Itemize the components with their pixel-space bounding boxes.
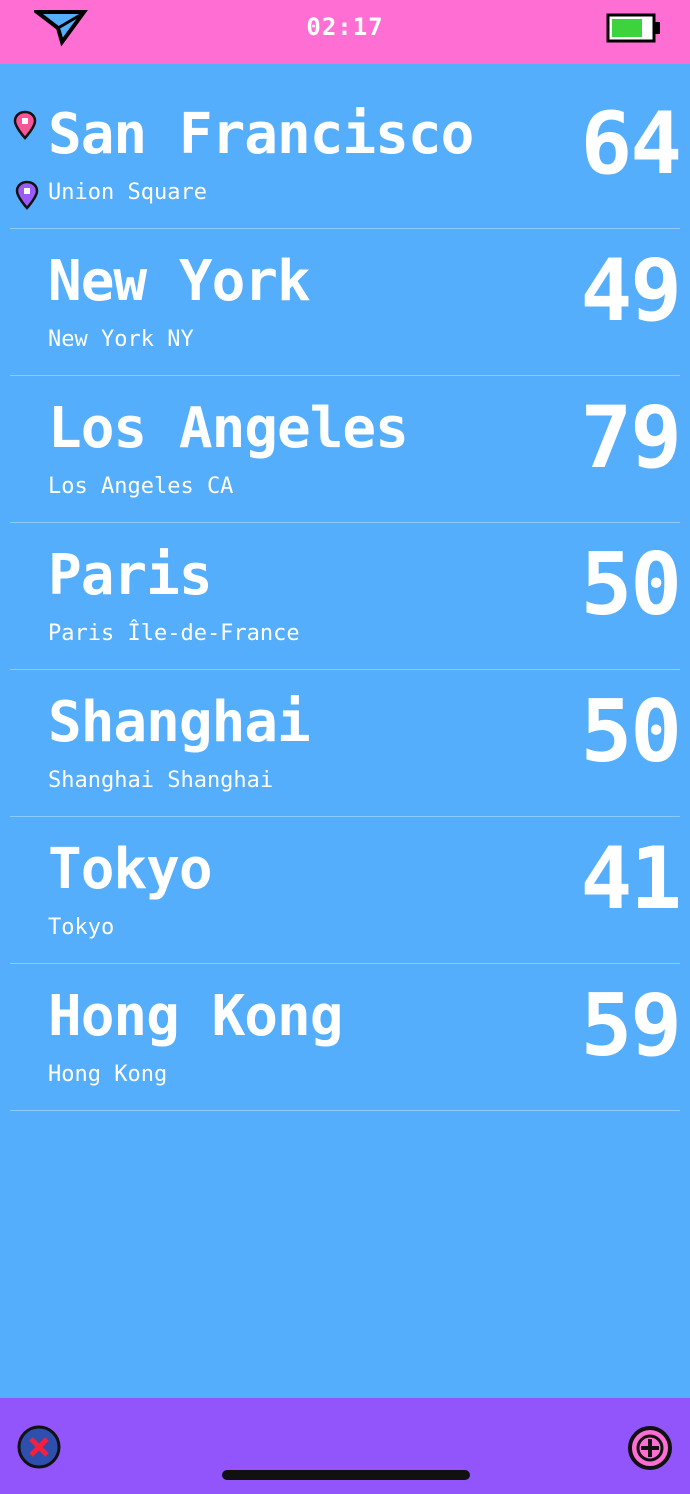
location-row-tokyo[interactable]: Tokyo Tokyo 41 <box>10 817 682 964</box>
location-row-paris[interactable]: Paris Paris Île-de-France 50 <box>10 523 682 670</box>
status-bar: 02:17 <box>0 0 690 64</box>
location-row-hong-kong[interactable]: Hong Kong Hong Kong 59 <box>10 964 682 1111</box>
add-plus-icon[interactable] <box>626 1424 674 1472</box>
battery-icon <box>606 13 660 43</box>
city-name: New York <box>48 249 311 314</box>
remove-x-icon[interactable] <box>16 1424 62 1470</box>
temperature: 49 <box>580 241 682 341</box>
temperature: 41 <box>580 829 682 929</box>
location-subtitle: Paris Île-de-France <box>48 621 300 646</box>
location-subtitle: Tokyo <box>48 915 115 940</box>
temperature: 79 <box>580 388 682 488</box>
city-name: San Francisco <box>48 102 474 167</box>
city-name: Shanghai <box>48 690 311 755</box>
temperature: 64 <box>580 94 682 194</box>
location-row-san-francisco[interactable]: San Francisco Union Square 64 <box>10 82 682 229</box>
location-row-new-york[interactable]: New York New York NY 49 <box>10 229 682 376</box>
home-indicator[interactable] <box>222 1470 470 1480</box>
temperature: 50 <box>580 535 682 635</box>
location-subtitle: Shanghai Shanghai <box>48 768 274 793</box>
bottom-toolbar <box>0 1398 690 1494</box>
location-list: San Francisco Union Square 64 New York N… <box>0 82 690 1111</box>
location-subtitle: New York NY <box>48 327 194 352</box>
city-name: Hong Kong <box>48 984 343 1049</box>
location-subtitle: Union Square <box>48 180 207 205</box>
location-subtitle: Los Angeles CA <box>48 474 234 499</box>
temperature: 50 <box>580 682 682 782</box>
city-name: Paris <box>48 543 213 608</box>
current-location-pin-icon <box>15 180 39 210</box>
temperature: 59 <box>580 976 682 1076</box>
city-name: Los Angeles <box>48 396 409 461</box>
status-time: 02:17 <box>306 13 384 41</box>
location-row-los-angeles[interactable]: Los Angeles Los Angeles CA 79 <box>10 376 682 523</box>
city-name: Tokyo <box>48 837 213 902</box>
map-pin-icon <box>13 110 37 140</box>
location-subtitle: Hong Kong <box>48 1062 168 1087</box>
location-row-shanghai[interactable]: Shanghai Shanghai Shanghai 50 <box>10 670 682 817</box>
